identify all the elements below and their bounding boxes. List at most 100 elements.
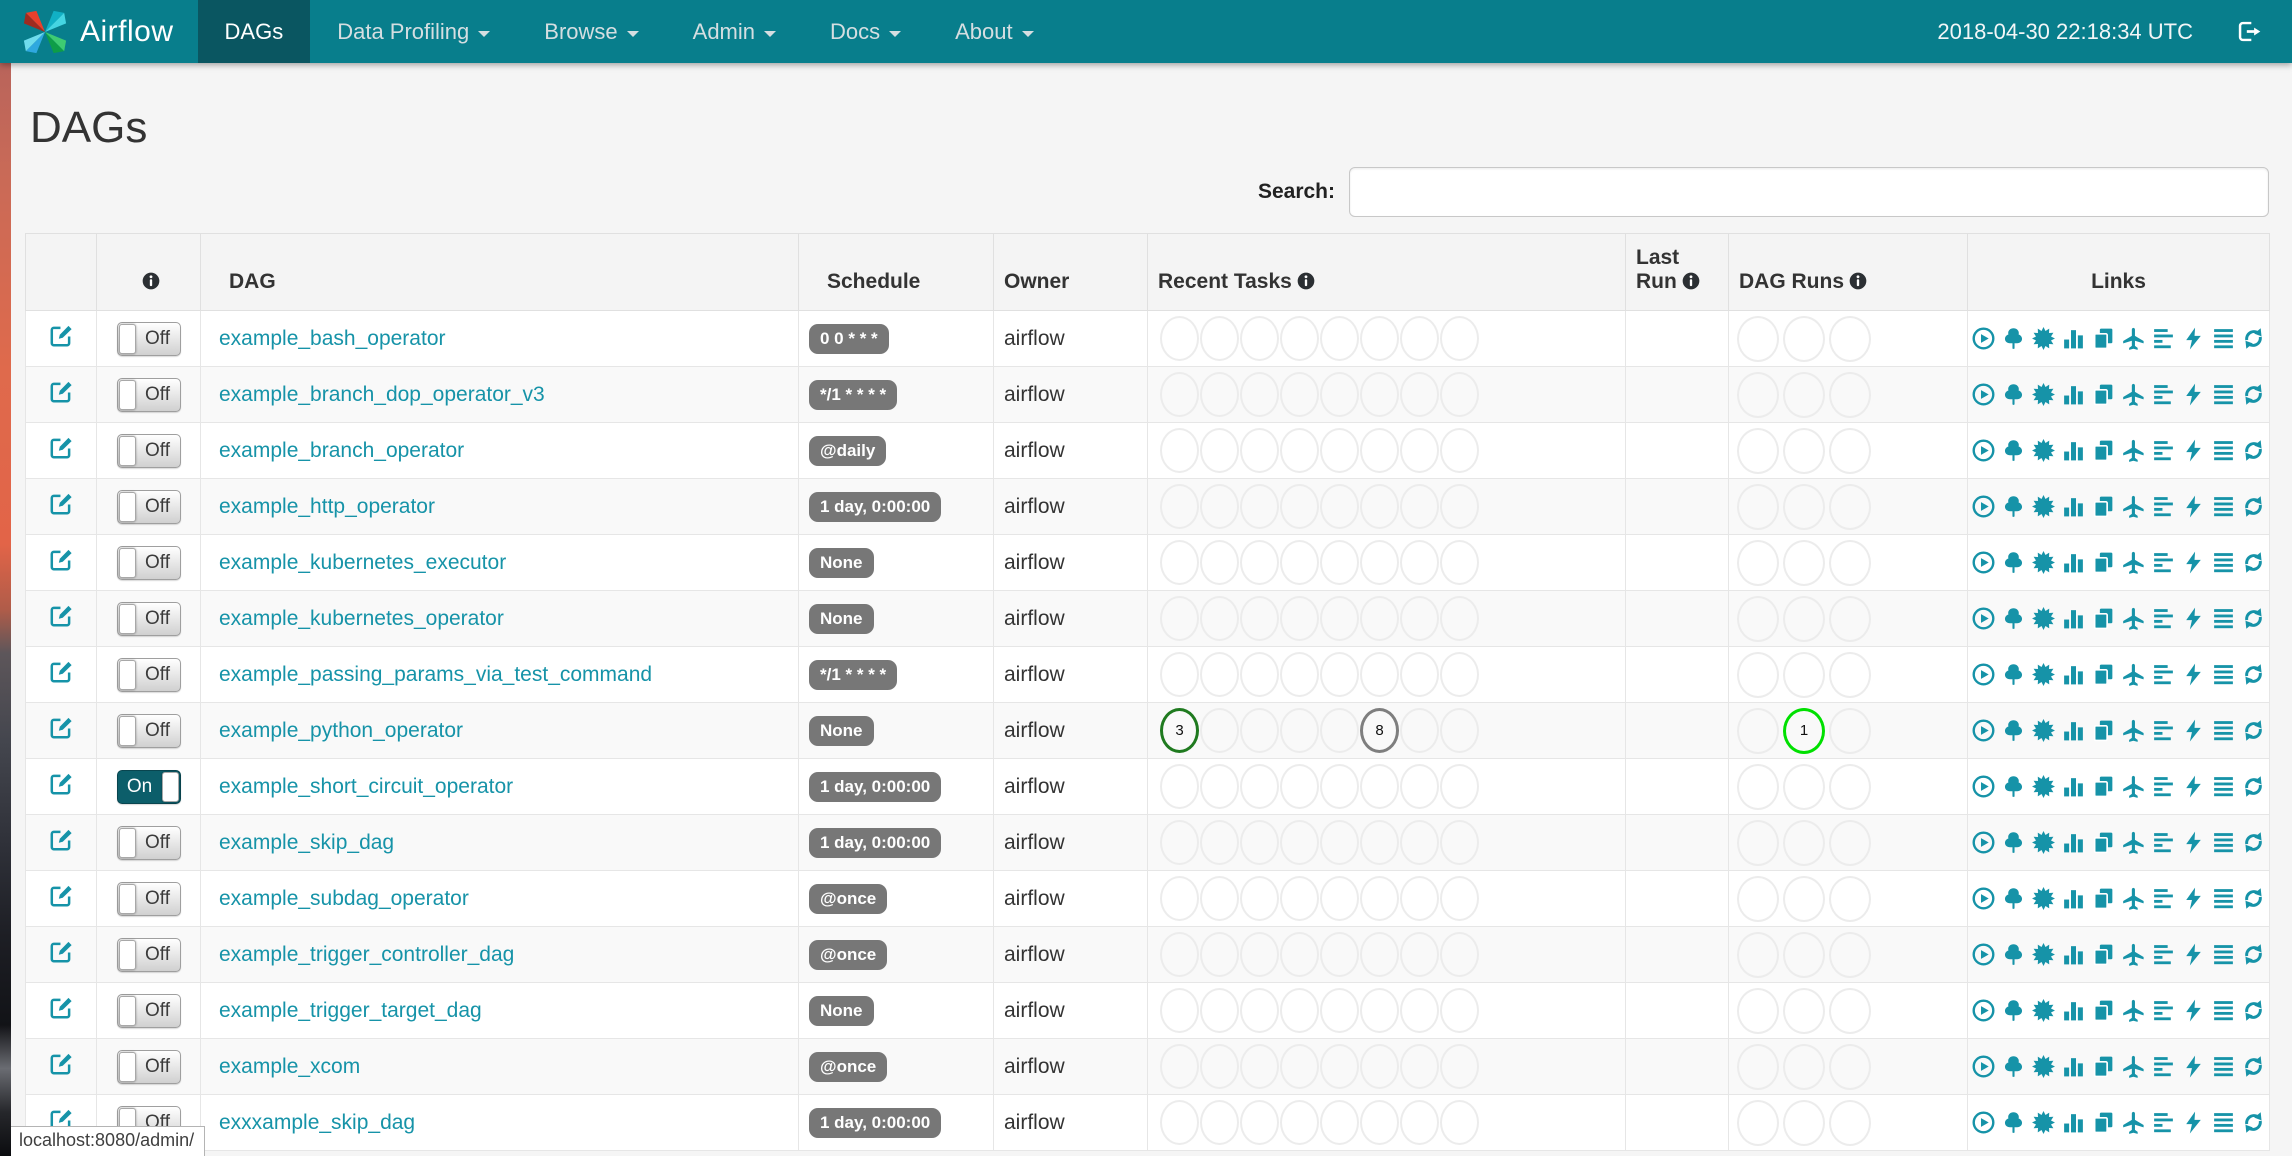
dag-link[interactable]: example_branch_operator (219, 439, 464, 462)
graph-view-link[interactable] (2031, 830, 2056, 855)
graph-view-link[interactable] (2031, 998, 2056, 1023)
gantt-view-link[interactable] (2151, 942, 2176, 967)
code-view-link[interactable] (2181, 774, 2206, 799)
refresh-link[interactable] (2241, 1054, 2266, 1079)
task-tries-link[interactable] (2091, 830, 2116, 855)
dag-link[interactable]: example_xcom (219, 1055, 360, 1078)
dag-pause-toggle[interactable]: Off (116, 825, 181, 860)
tree-view-link[interactable] (2001, 382, 2026, 407)
refresh-link[interactable] (2241, 606, 2266, 631)
gantt-view-link[interactable] (2151, 1110, 2176, 1135)
code-view-link[interactable] (2181, 1110, 2206, 1135)
trigger-dag-link[interactable] (1971, 830, 1996, 855)
gantt-view-link[interactable] (2151, 662, 2176, 687)
task-tries-link[interactable] (2091, 942, 2116, 967)
edit-dag-link[interactable] (48, 995, 74, 1021)
refresh-link[interactable] (2241, 998, 2266, 1023)
nav-item-admin[interactable]: Admin (666, 0, 803, 63)
gantt-view-link[interactable] (2151, 774, 2176, 799)
dag-link[interactable]: example_http_operator (219, 495, 435, 518)
task-tries-link[interactable] (2091, 606, 2116, 631)
task-duration-link[interactable] (2061, 718, 2086, 743)
dag-link[interactable]: example_branch_dop_operator_v3 (219, 383, 545, 406)
edit-dag-link[interactable] (48, 435, 74, 461)
tree-view-link[interactable] (2001, 1054, 2026, 1079)
task-duration-link[interactable] (2061, 1054, 2086, 1079)
logs-link[interactable] (2211, 662, 2236, 687)
landing-times-link[interactable] (2121, 1054, 2146, 1079)
logs-link[interactable] (2211, 382, 2236, 407)
dag-link[interactable]: example_kubernetes_operator (219, 607, 504, 630)
trigger-dag-link[interactable] (1971, 494, 1996, 519)
task-duration-link[interactable] (2061, 886, 2086, 911)
logs-link[interactable] (2211, 718, 2236, 743)
refresh-link[interactable] (2241, 382, 2266, 407)
graph-view-link[interactable] (2031, 662, 2056, 687)
nav-item-data-profiling[interactable]: Data Profiling (310, 0, 517, 63)
dag-pause-toggle[interactable]: Off (116, 713, 181, 748)
code-view-link[interactable] (2181, 886, 2206, 911)
edit-dag-link[interactable] (48, 491, 74, 517)
airflow-brand-link[interactable]: Airflow (0, 0, 198, 63)
trigger-dag-link[interactable] (1971, 998, 1996, 1023)
task-tries-link[interactable] (2091, 718, 2116, 743)
code-view-link[interactable] (2181, 830, 2206, 855)
code-view-link[interactable] (2181, 382, 2206, 407)
dag-link[interactable]: example_bash_operator (219, 327, 446, 350)
task-duration-link[interactable] (2061, 998, 2086, 1023)
tree-view-link[interactable] (2001, 830, 2026, 855)
graph-view-link[interactable] (2031, 382, 2056, 407)
landing-times-link[interactable] (2121, 438, 2146, 463)
graph-view-link[interactable] (2031, 774, 2056, 799)
task-duration-link[interactable] (2061, 382, 2086, 407)
gantt-view-link[interactable] (2151, 718, 2176, 743)
edit-dag-link[interactable] (48, 603, 74, 629)
dag-pause-toggle[interactable]: Off (116, 1049, 181, 1084)
gantt-view-link[interactable] (2151, 438, 2176, 463)
trigger-dag-link[interactable] (1971, 1054, 1996, 1079)
logs-link[interactable] (2211, 1054, 2236, 1079)
landing-times-link[interactable] (2121, 662, 2146, 687)
landing-times-link[interactable] (2121, 942, 2146, 967)
code-view-link[interactable] (2181, 998, 2206, 1023)
logout-button[interactable] (2235, 18, 2262, 45)
logs-link[interactable] (2211, 326, 2236, 351)
trigger-dag-link[interactable] (1971, 438, 1996, 463)
tree-view-link[interactable] (2001, 718, 2026, 743)
edit-dag-link[interactable] (48, 379, 74, 405)
dag-link[interactable]: example_skip_dag (219, 831, 394, 854)
tree-view-link[interactable] (2001, 438, 2026, 463)
dag-link[interactable]: example_trigger_controller_dag (219, 943, 514, 966)
code-view-link[interactable] (2181, 494, 2206, 519)
graph-view-link[interactable] (2031, 718, 2056, 743)
code-view-link[interactable] (2181, 326, 2206, 351)
graph-view-link[interactable] (2031, 438, 2056, 463)
dag-link[interactable]: example_subdag_operator (219, 887, 469, 910)
dag-pause-toggle[interactable]: Off (116, 433, 181, 468)
graph-view-link[interactable] (2031, 326, 2056, 351)
gantt-view-link[interactable] (2151, 606, 2176, 631)
logs-link[interactable] (2211, 438, 2236, 463)
task-duration-link[interactable] (2061, 942, 2086, 967)
edit-dag-link[interactable] (48, 939, 74, 965)
tree-view-link[interactable] (2001, 606, 2026, 631)
edit-dag-link[interactable] (48, 715, 74, 741)
edit-dag-link[interactable] (48, 659, 74, 685)
task-duration-link[interactable] (2061, 774, 2086, 799)
gantt-view-link[interactable] (2151, 830, 2176, 855)
task-duration-link[interactable] (2061, 438, 2086, 463)
dag-pause-toggle[interactable]: Off (116, 993, 181, 1028)
refresh-link[interactable] (2241, 1110, 2266, 1135)
refresh-link[interactable] (2241, 774, 2266, 799)
dag-pause-toggle[interactable]: Off (116, 657, 181, 692)
dag-pause-toggle[interactable]: Off (116, 937, 181, 972)
trigger-dag-link[interactable] (1971, 774, 1996, 799)
task-tries-link[interactable] (2091, 550, 2116, 575)
tree-view-link[interactable] (2001, 942, 2026, 967)
task-tries-link[interactable] (2091, 438, 2116, 463)
landing-times-link[interactable] (2121, 326, 2146, 351)
gantt-view-link[interactable] (2151, 886, 2176, 911)
task-tries-link[interactable] (2091, 1110, 2116, 1135)
gantt-view-link[interactable] (2151, 494, 2176, 519)
dag-pause-toggle[interactable]: Off (116, 377, 181, 412)
